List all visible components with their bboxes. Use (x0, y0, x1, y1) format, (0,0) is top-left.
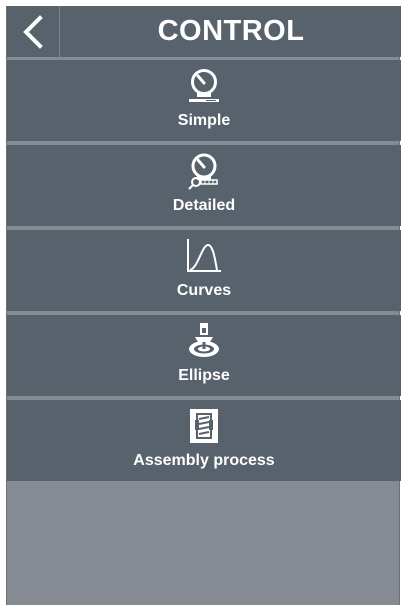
menu-item-assembly-process[interactable]: Assembly process (7, 400, 401, 481)
curve-chart-icon (7, 237, 401, 275)
menu-item-label: Assembly process (133, 452, 275, 469)
assembly-process-icon (7, 407, 401, 445)
control-menu: Simple Detailed Curves Ellipse Assembly … (7, 60, 401, 485)
menu-item-label: Ellipse (178, 367, 230, 384)
menu-item-detailed[interactable]: Detailed (7, 145, 401, 226)
menu-item-ellipse[interactable]: Ellipse (7, 315, 401, 396)
menu-item-label: Detailed (172, 197, 236, 214)
menu-item-label: Simple (177, 112, 231, 129)
ellipse-tool-icon (7, 322, 401, 360)
gauge-magnifier-icon (7, 152, 401, 190)
back-button[interactable] (7, 6, 60, 57)
control-panel: CONTROL Simple Detailed Curves Ellipse A… (6, 6, 401, 605)
menu-item-simple[interactable]: Simple (7, 60, 401, 141)
header-bar: CONTROL (7, 6, 401, 57)
menu-item-label: Curves (176, 282, 232, 299)
page-title: CONTROL (157, 15, 305, 47)
gauge-icon (7, 67, 401, 105)
chevron-left-icon (23, 15, 43, 49)
menu-item-curves[interactable]: Curves (7, 230, 401, 311)
